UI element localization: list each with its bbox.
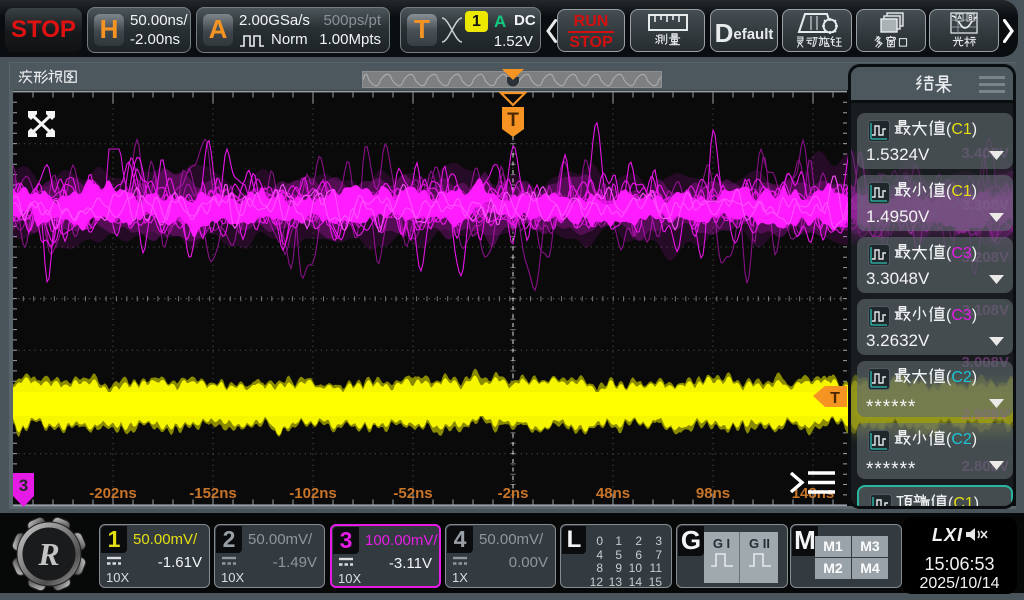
svg-text:-152ns: -152ns <box>189 485 237 502</box>
svg-text:-102ns: -102ns <box>289 485 337 502</box>
svg-text:-2ns: -2ns <box>498 485 529 502</box>
svg-text:98ns: 98ns <box>696 485 730 502</box>
svg-text:T: T <box>830 390 840 407</box>
svg-text:R: R <box>37 536 59 572</box>
svg-text:-202ns: -202ns <box>89 485 137 502</box>
svg-text:-52ns: -52ns <box>393 485 432 502</box>
svg-text:T: T <box>507 110 519 131</box>
svg-text:3: 3 <box>19 476 28 495</box>
svg-text:48ns: 48ns <box>596 485 630 502</box>
